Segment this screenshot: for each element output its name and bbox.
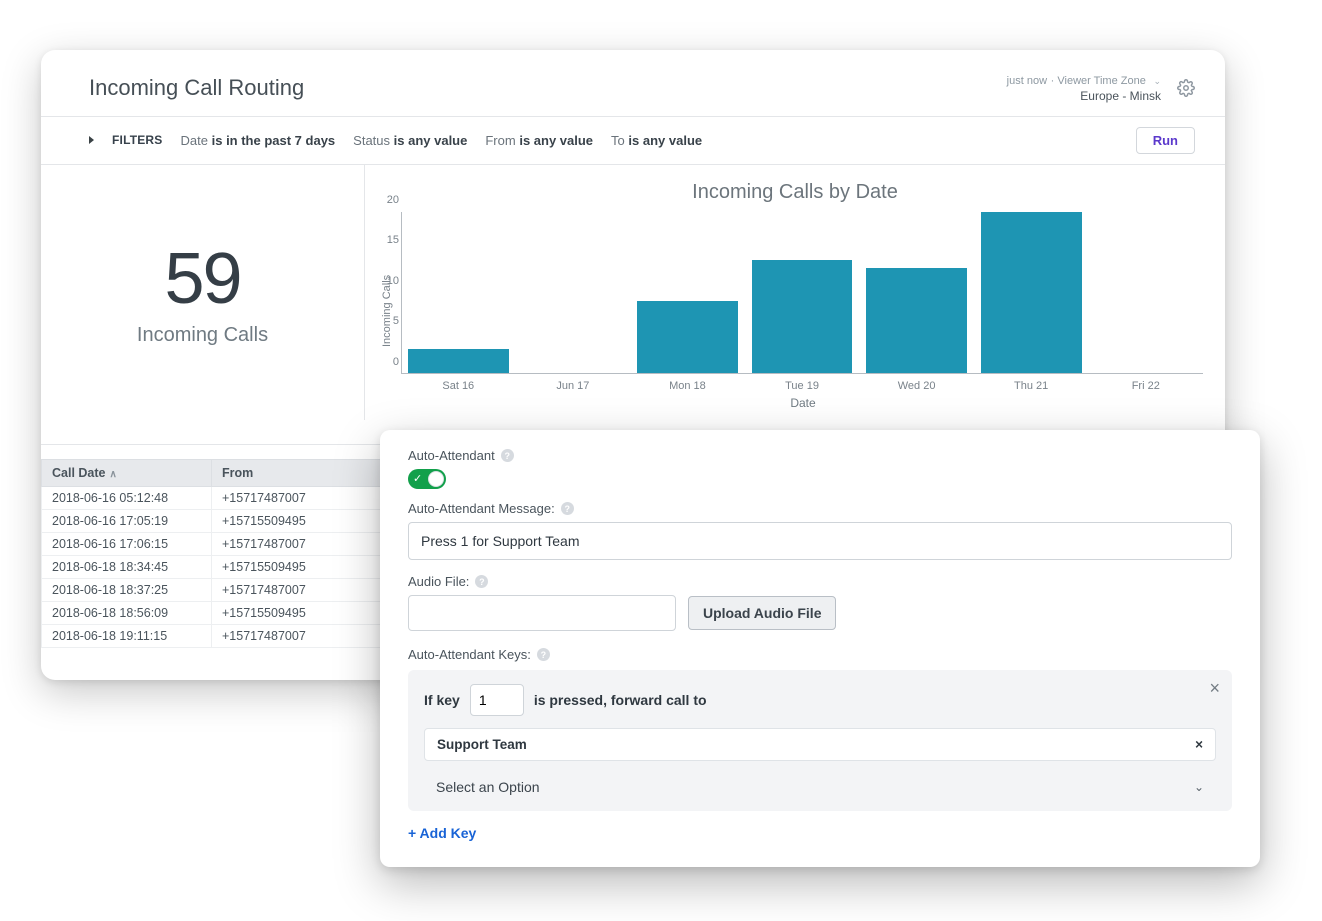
key-number-input[interactable] [470, 684, 524, 716]
bar [637, 301, 738, 374]
x-tick: Thu 21 [974, 374, 1089, 392]
close-icon[interactable]: × [1209, 678, 1220, 699]
filters-bar: FILTERS Date is in the past 7 days Statu… [41, 117, 1225, 165]
y-tick: 5 [393, 315, 399, 327]
column-header-call-date[interactable]: Call Date∧ [42, 459, 212, 486]
filter-chip[interactable]: Date is in the past 7 days [181, 133, 336, 148]
metric-tile: 59 Incoming Calls [41, 165, 364, 420]
page-title: Incoming Call Routing [89, 75, 304, 101]
key-sentence-post: is pressed, forward call to [534, 692, 707, 708]
attendant-message-label: Auto-Attendant Message:? [408, 501, 574, 516]
sort-asc-icon: ∧ [110, 469, 117, 480]
help-icon[interactable]: ? [537, 648, 550, 661]
tz-value[interactable]: Europe - Minsk [1007, 89, 1161, 104]
bar [981, 212, 1082, 374]
gear-icon[interactable] [1177, 79, 1195, 97]
help-icon[interactable]: ? [501, 449, 514, 462]
help-icon[interactable]: ? [561, 502, 574, 515]
attendant-panel: Auto-Attendant? ✓ Auto-Attendant Message… [380, 430, 1260, 867]
bar-chart: 05101520 [401, 212, 1211, 374]
destination-select[interactable]: Select an Option ⌄ [424, 771, 1216, 797]
updated-label: just now [1007, 75, 1047, 87]
metric-value: 59 [164, 238, 240, 320]
filter-chip[interactable]: To is any value [611, 133, 702, 148]
filter-chip[interactable]: Status is any value [353, 133, 467, 148]
y-tick: 10 [387, 275, 399, 287]
x-tick: Sat 16 [401, 374, 516, 392]
destination-chip[interactable]: Support Team × [424, 728, 1216, 761]
x-tick: Fri 22 [1088, 374, 1203, 392]
x-tick: Wed 20 [859, 374, 974, 392]
audio-file-input[interactable] [408, 595, 676, 631]
chart-x-axis-label: Date [395, 396, 1211, 410]
metric-label: Incoming Calls [137, 324, 268, 347]
audio-file-label: Audio File:? [408, 574, 488, 589]
remove-destination-icon[interactable]: × [1195, 737, 1203, 752]
x-tick: Mon 18 [630, 374, 745, 392]
attendant-keys-label: Auto-Attendant Keys:? [408, 647, 550, 662]
key-sentence-pre: If key [424, 692, 460, 708]
attendant-message-input[interactable] [408, 522, 1232, 560]
y-tick: 15 [387, 234, 399, 246]
attendant-toggle[interactable]: ✓ [408, 469, 446, 489]
chevron-down-icon: ⌄ [1194, 780, 1204, 794]
attendant-key-block: × If key is pressed, forward call to Sup… [408, 670, 1232, 811]
y-tick: 0 [393, 356, 399, 368]
bar [408, 349, 509, 373]
chart-title: Incoming Calls by Date [379, 181, 1211, 204]
add-key-button[interactable]: + Add Key [408, 825, 476, 841]
tz-label: Viewer Time Zone [1057, 75, 1145, 87]
check-icon: ✓ [413, 472, 422, 485]
y-tick: 20 [387, 194, 399, 206]
x-tick: Jun 17 [516, 374, 631, 392]
chevron-down-icon[interactable]: ⌄ [1153, 76, 1161, 86]
run-button[interactable]: Run [1136, 127, 1195, 154]
caret-right-icon[interactable] [89, 136, 94, 144]
help-icon[interactable]: ? [475, 575, 488, 588]
filter-chip[interactable]: From is any value [485, 133, 593, 148]
bar [752, 260, 853, 373]
bar [866, 268, 967, 373]
upload-audio-button[interactable]: Upload Audio File [688, 596, 836, 630]
x-tick: Tue 19 [745, 374, 860, 392]
attendant-toggle-label: Auto-Attendant? [408, 448, 514, 463]
filters-label[interactable]: FILTERS [112, 133, 163, 147]
